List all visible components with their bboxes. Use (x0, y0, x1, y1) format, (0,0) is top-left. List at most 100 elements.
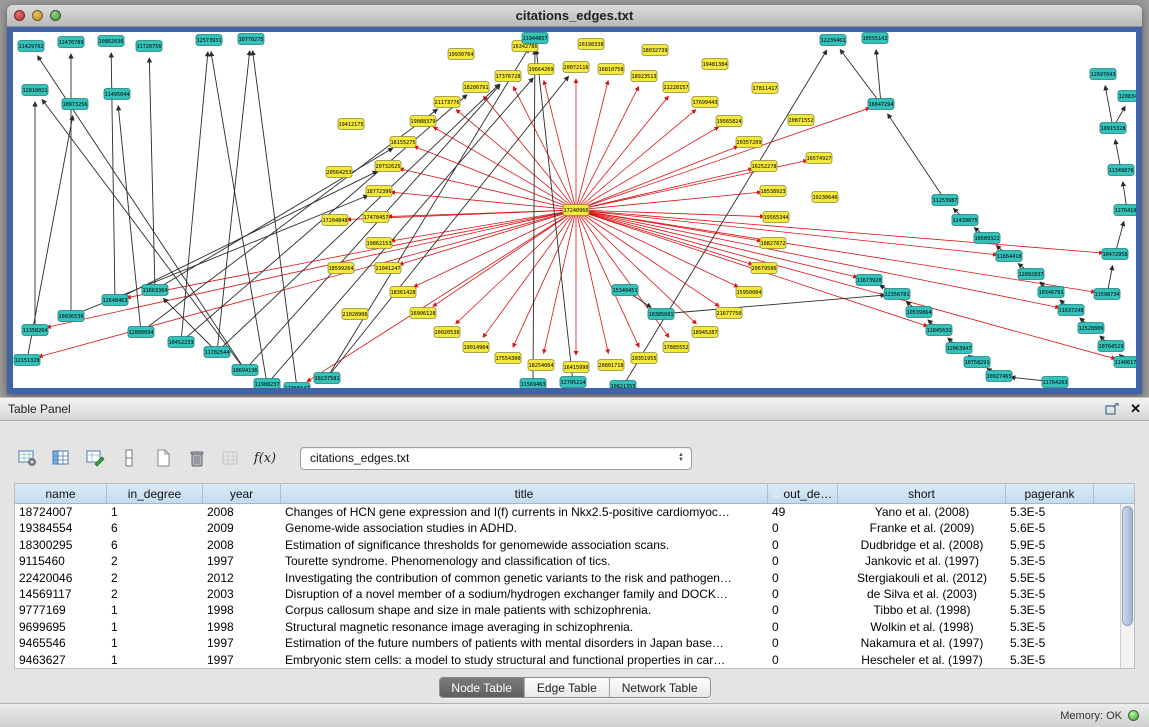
table-row[interactable]: 946362711997Embryonic stem cells: a mode… (15, 652, 1134, 668)
graph-node[interactable]: 11663364 (142, 285, 168, 296)
cell-year[interactable]: 2008 (203, 537, 281, 553)
table-row[interactable]: 1872400712008Changes of HCN gene express… (15, 504, 1134, 520)
graph-node[interactable]: 12063947 (946, 343, 972, 354)
graph-node[interactable]: 11486175 (1114, 357, 1136, 368)
graph-node[interactable]: 18945287 (692, 327, 718, 338)
graph-edge[interactable] (433, 210, 576, 306)
graph-node[interactable]: 11253987 (932, 195, 958, 206)
graph-edge[interactable] (840, 50, 881, 104)
cell-short[interactable]: Dudbridge et al. (2008) (838, 537, 1006, 553)
cell-short[interactable]: Nakamura et al. (1997) (838, 635, 1006, 651)
graph-node[interactable]: 21041247 (375, 263, 401, 274)
cell-in_degree[interactable]: 1 (107, 602, 203, 618)
cell-out_de[interactable]: 0 (768, 537, 838, 553)
cell-title[interactable]: Estimation of the future numbers of pati… (281, 635, 768, 651)
cell-name[interactable]: 9465546 (15, 635, 107, 651)
graph-node[interactable]: 17699443 (692, 97, 718, 108)
graph-node[interactable]: 19412175 (338, 119, 364, 130)
cell-year[interactable]: 2009 (203, 520, 281, 536)
cell-name[interactable]: 9699695 (15, 619, 107, 635)
tab-node-table[interactable]: Node Table (439, 678, 525, 697)
cell-short[interactable]: Hescheler et al. (1997) (838, 652, 1006, 668)
graph-node[interactable]: 11720756 (136, 41, 162, 52)
graph-node[interactable]: 16252278 (751, 161, 777, 172)
graph-node[interactable]: 18827872 (760, 238, 786, 249)
graph-edge[interactable] (661, 295, 885, 314)
cell-in_degree[interactable]: 1 (107, 619, 203, 635)
graph-node[interactable]: 17554300 (495, 353, 521, 364)
column-header-short[interactable]: short (838, 484, 1006, 503)
graph-node[interactable]: 12764190 (1114, 205, 1136, 216)
citation-network-graph[interactable]: 1724096619565344188278722067958615950004… (13, 32, 1136, 388)
graph-node[interactable]: 12239461 (820, 35, 846, 46)
cell-title[interactable]: Tourette syndrome. Phenomenology and cla… (281, 553, 768, 569)
graph-node[interactable]: 11845632 (926, 325, 952, 336)
graph-node[interactable]: 19862153 (366, 238, 392, 249)
graph-node[interactable]: 18538923 (760, 186, 786, 197)
graph-node[interactable]: 10915328 (1100, 123, 1126, 134)
graph-node[interactable]: 12356781 (884, 289, 910, 300)
graph-edge[interactable] (576, 210, 639, 347)
delete-table-icon[interactable] (184, 445, 210, 471)
cell-short[interactable]: Wolkin et al. (1998) (838, 619, 1006, 635)
graph-node[interactable]: 12083412 (1118, 91, 1136, 102)
graph-edge[interactable] (115, 171, 377, 300)
graph-node[interactable]: 20020536 (434, 327, 460, 338)
table-select[interactable]: citations_edges.txt ▲▼ (300, 447, 692, 470)
graph-edge[interactable] (1105, 86, 1113, 128)
cell-year[interactable]: 1997 (203, 635, 281, 651)
cell-name[interactable]: 14569117 (15, 586, 107, 602)
cell-in_degree[interactable]: 6 (107, 537, 203, 553)
cell-in_degree[interactable]: 6 (107, 520, 203, 536)
graph-node[interactable]: 19351955 (631, 353, 657, 364)
cell-title[interactable]: Embryonic stem cells: a model to study s… (281, 652, 768, 668)
cell-title[interactable]: Corpus callosum shape and size in male p… (281, 602, 768, 618)
graph-node[interactable]: 12528806 (1078, 323, 1104, 334)
edit-columns-icon[interactable] (82, 445, 108, 471)
cell-name[interactable]: 18300295 (15, 537, 107, 553)
graph-node[interactable]: 17470457 (363, 212, 389, 223)
column-header-title[interactable]: title (281, 484, 768, 503)
graph-edge[interactable] (39, 210, 576, 357)
graph-node[interactable]: 11598734 (1094, 289, 1120, 300)
graph-node[interactable]: 18361428 (390, 287, 416, 298)
graph-node[interactable]: 21228157 (663, 82, 689, 93)
graph-node[interactable]: 10555142 (862, 33, 888, 44)
graph-node[interactable]: 12697043 (1090, 69, 1116, 80)
cell-title[interactable]: Estimation of significance thresholds fo… (281, 537, 768, 553)
cell-name[interactable]: 9777169 (15, 602, 107, 618)
graph-edge[interactable] (391, 192, 576, 210)
graph-node[interactable]: 12810021 (22, 85, 48, 96)
graph-edge[interactable] (576, 192, 761, 210)
cell-in_degree[interactable]: 1 (107, 635, 203, 651)
graph-node[interactable]: 20679586 (751, 263, 777, 274)
cell-short[interactable]: de Silva et al. (2003) (838, 586, 1006, 602)
cell-pagerank[interactable]: 5.3E-5 (1006, 602, 1094, 618)
cell-out_de[interactable]: 0 (768, 520, 838, 536)
graph-node[interactable]: 11637248 (1058, 305, 1084, 316)
cell-out_de[interactable]: 0 (768, 619, 838, 635)
graph-node[interactable]: 20357209 (736, 137, 762, 148)
graph-node[interactable]: 20732625 (375, 161, 401, 172)
cell-short[interactable]: Franke et al. (2009) (838, 520, 1006, 536)
graph-node[interactable]: 12439075 (952, 215, 978, 226)
graph-edge[interactable] (267, 78, 533, 384)
graph-node[interactable]: 16810758 (598, 64, 624, 75)
graph-node[interactable]: 18254064 (528, 360, 554, 371)
graph-node[interactable]: 11782544 (204, 347, 230, 358)
graph-node[interactable]: 10821355 (610, 381, 636, 389)
graph-node[interactable]: 19481384 (702, 59, 728, 70)
column-header-name[interactable]: name (15, 484, 107, 503)
graph-node[interactable]: 10237581 (314, 373, 340, 384)
graph-edge[interactable] (211, 52, 267, 384)
cell-pagerank[interactable]: 5.3E-5 (1006, 553, 1094, 569)
graph-node[interactable]: 19664269 (528, 64, 554, 75)
cell-year[interactable]: 1997 (203, 652, 281, 668)
graph-node[interactable]: 12366647 (284, 383, 310, 389)
graph-node[interactable]: 11349876 (1108, 165, 1134, 176)
graph-node[interactable]: 12705214 (560, 377, 586, 388)
graph-node[interactable]: 11908237 (254, 379, 280, 389)
graph-edge[interactable] (576, 210, 753, 264)
cell-pagerank[interactable]: 5.3E-5 (1006, 619, 1094, 635)
graph-node[interactable]: 16647294 (868, 99, 894, 110)
